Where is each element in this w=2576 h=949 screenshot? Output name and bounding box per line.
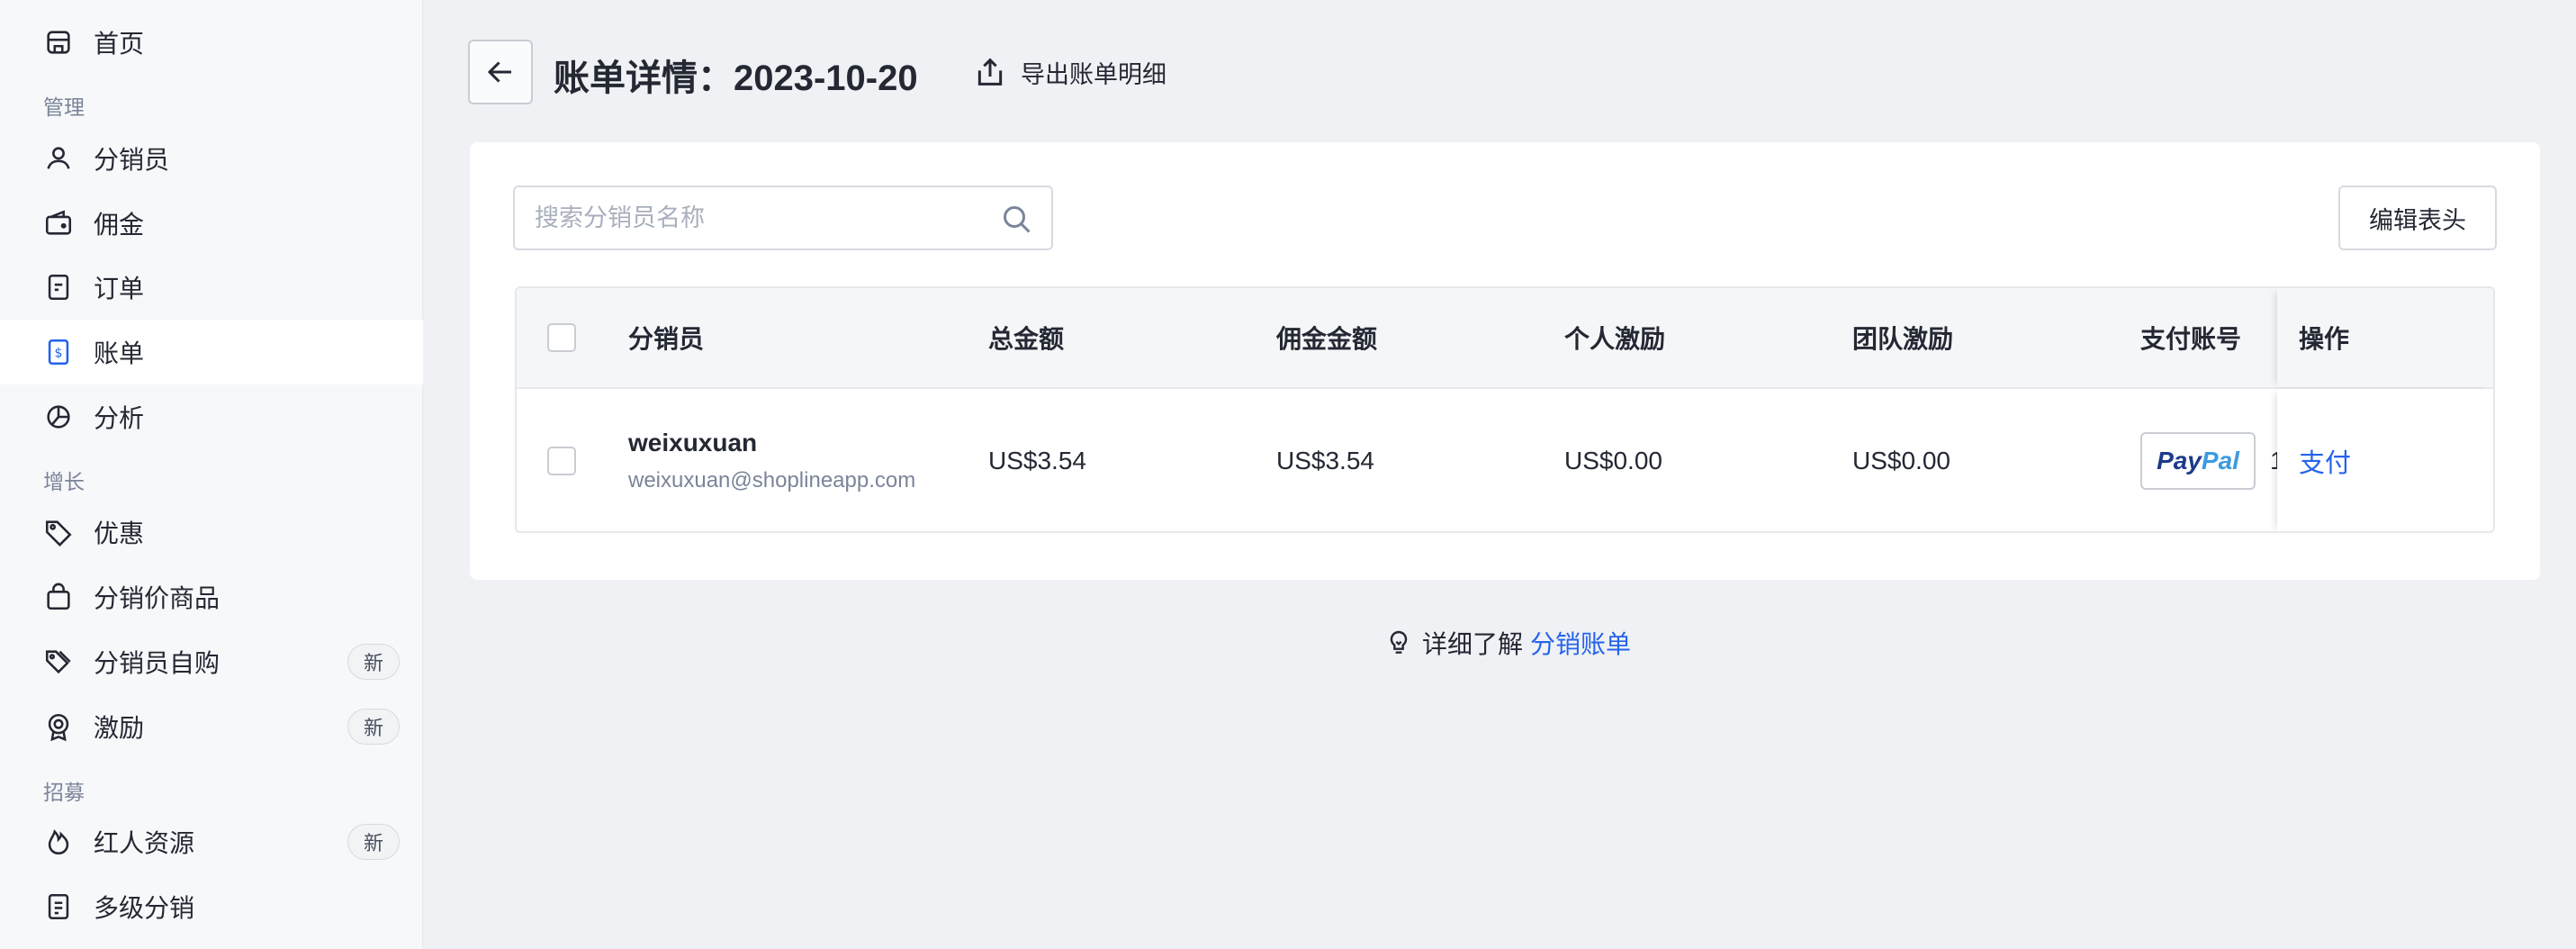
paypal-logo: Pay Pal [2140, 432, 2256, 490]
new-badge: 新 [347, 709, 400, 745]
sidebar-item-label: 优惠 [94, 520, 145, 547]
sidebar-item-discounts[interactable]: 优惠 [0, 500, 423, 565]
column-header-payment-account: 支付账号 [2140, 325, 2242, 353]
column-header-commission: 佣金金额 [1276, 325, 1378, 353]
sidebar-item-label: 多级分销 [94, 894, 195, 922]
svg-text:$: $ [54, 347, 62, 361]
export-bill-details-button[interactable]: 导出账单明细 [972, 52, 1166, 92]
section-label-recruit: 招募 [43, 781, 85, 804]
sidebar-item-influencers[interactable]: 红人资源 新 [0, 809, 423, 874]
column-header-action: 操作 [2299, 325, 2350, 353]
table-row: weixuxuan weixuxuan@shoplineapp.com US$3… [517, 389, 2493, 531]
distributor-bill-table: 分销员 总金额 佣金金额 个人激励 团队激励 支付账号 操作 weixuxuan… [515, 286, 2495, 533]
export-icon [977, 58, 1003, 86]
medal-icon [43, 711, 74, 742]
sidebar-item-distribution-products[interactable]: 分销价商品 [0, 565, 423, 629]
sidebar-item-orders[interactable]: 订单 [0, 255, 423, 320]
total-amount-cell: US$3.54 [988, 447, 1086, 474]
distributor-cell: weixuxuan weixuxuan@shoplineapp.com [628, 389, 916, 531]
personal-incentive-cell: US$0.00 [1564, 447, 1662, 474]
sidebar-item-bills[interactable]: $ 账单 [0, 320, 423, 384]
column-header-personal-incentive: 个人激励 [1564, 325, 1666, 353]
sidebar-item-label: 账单 [94, 339, 145, 367]
sidebar-item-distributors[interactable]: 分销员 [0, 126, 423, 191]
commission-amount-cell: US$3.54 [1276, 447, 1374, 474]
column-header-total: 总金额 [988, 325, 1065, 353]
export-label: 导出账单明细 [1021, 60, 1166, 88]
lightbulb-icon [1390, 630, 1408, 654]
payment-account-cell: PayPal 1 [2140, 389, 2284, 531]
action-column-header: 操作 [2277, 288, 2493, 387]
tag-icon [43, 517, 74, 547]
wallet-icon [43, 208, 74, 239]
arrow-left-icon [487, 61, 511, 83]
distributor-email: weixuxuan@shoplineapp.com [628, 468, 916, 493]
page-title: 账单详情：2023-10-20 [554, 59, 918, 98]
sidebar-item-label: 佣金 [94, 211, 145, 239]
sidebar-item-label: 分销员 [94, 146, 170, 174]
section-label-manage: 管理 [43, 95, 85, 119]
sidebar-item-analytics[interactable]: 分析 [0, 384, 423, 449]
pay-button[interactable]: 支付 [2299, 442, 2351, 480]
row-checkbox[interactable] [547, 447, 576, 475]
team-incentive-cell: US$0.00 [1852, 447, 1950, 474]
back-button[interactable] [468, 40, 533, 104]
column-header-team-incentive: 团队激励 [1852, 325, 1954, 353]
select-all-checkbox[interactable] [547, 323, 576, 352]
order-icon [43, 272, 74, 303]
sidebar-item-label: 订单 [94, 275, 145, 303]
bill-details-card: 编辑表头 分销员 总金额 佣金金额 个人激励 团队激励 支付账号 操作 weix… [470, 142, 2540, 580]
new-badge: 新 [347, 824, 400, 860]
table-header: 分销员 总金额 佣金金额 个人激励 团队激励 支付账号 操作 [517, 288, 2493, 389]
flame-icon [43, 827, 74, 857]
sidebar-item-label: 首页 [94, 30, 145, 58]
sidebar-item-home[interactable]: 首页 [0, 10, 423, 75]
user-icon [43, 143, 74, 174]
sidebar-item-commission[interactable]: 佣金 [0, 191, 423, 256]
action-cell: 支付 [2277, 389, 2493, 531]
sidebar-item-multilevel[interactable]: 多级分销 [0, 874, 423, 939]
distributor-name: weixuxuan [628, 429, 758, 456]
sidebar: 首页 管理 分销员 佣金 订单 $ 账单 分析 增长 优惠 分销价商品 分销员自… [0, 0, 423, 949]
column-header-distributor: 分销员 [628, 325, 705, 353]
bag-icon [43, 582, 74, 612]
pie-chart-icon [43, 402, 74, 432]
document-icon [43, 891, 74, 922]
bill-icon: $ [43, 337, 74, 367]
search-input[interactable] [535, 203, 985, 232]
sidebar-item-label: 分销价商品 [94, 584, 221, 612]
section-label-growth: 增长 [43, 470, 85, 493]
learn-more-link[interactable]: 分销账单 [1530, 625, 1631, 661]
learn-more-section: 详细了解 分销账单 [0, 625, 2576, 661]
sidebar-item-label: 红人资源 [94, 829, 195, 857]
search-box[interactable] [513, 185, 1053, 250]
search-icon[interactable] [1001, 203, 1033, 236]
sidebar-item-incentives[interactable]: 激励 新 [0, 694, 423, 759]
learn-more-prefix: 详细了解 [1422, 630, 1524, 658]
sidebar-item-label: 激励 [94, 714, 145, 742]
edit-header-button[interactable]: 编辑表头 [2338, 185, 2497, 250]
store-icon [43, 27, 74, 58]
sidebar-item-label: 分析 [94, 404, 145, 432]
